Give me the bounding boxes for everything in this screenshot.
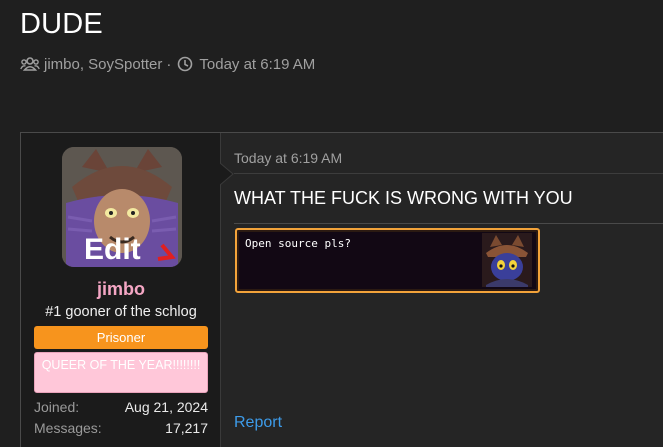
thread-meta: jimbo, SoySpotter · Today at 6:19 AM xyxy=(20,55,315,73)
user-title: #1 gooner of the schlog xyxy=(45,304,197,320)
stat-messages-value: 17,217 xyxy=(165,420,208,436)
stat-messages-label: Messages: xyxy=(34,420,102,436)
message-arrow-icon xyxy=(220,163,234,185)
clock-icon xyxy=(175,55,195,73)
thread-time-link[interactable]: Today at 6:19 AM xyxy=(199,56,315,73)
thread-participants-link[interactable]: jimbo, SoySpotter xyxy=(44,56,162,73)
post-user-cell: Edit jimbo #1 gooner of the schlog Priso… xyxy=(21,133,221,447)
username-link[interactable]: jimbo xyxy=(21,279,221,300)
avatar-overlay-text: Edit xyxy=(84,233,141,266)
avatar[interactable]: Edit xyxy=(62,147,182,267)
dialog-text: Open source pls? xyxy=(245,237,351,250)
niko-portrait-icon xyxy=(482,233,532,287)
embedded-dialog-image[interactable]: Open source pls? xyxy=(235,228,540,293)
stat-messages: Messages: 17,217 xyxy=(34,420,208,436)
divider xyxy=(234,173,663,174)
post: Edit jimbo #1 gooner of the schlog Priso… xyxy=(20,132,663,447)
divider xyxy=(234,223,663,224)
stat-joined: Joined: Aug 21, 2024 xyxy=(34,399,208,415)
post-date-link[interactable]: Today at 6:19 AM xyxy=(234,150,342,166)
post-body-text: WHAT THE FUCK IS WRONG WITH YOU xyxy=(234,188,573,208)
meta-separator: · xyxy=(166,55,172,73)
users-icon xyxy=(20,55,40,73)
stat-joined-label: Joined: xyxy=(34,399,80,415)
thread-title: DUDE xyxy=(20,8,103,40)
banner-queer-of-the-year: QUEER OF THE YEAR!!!!!!!! xyxy=(34,352,208,393)
stat-joined-value: Aug 21, 2024 xyxy=(124,399,208,415)
banner-prisoner: Prisoner xyxy=(34,326,208,349)
report-link[interactable]: Report xyxy=(234,414,282,432)
